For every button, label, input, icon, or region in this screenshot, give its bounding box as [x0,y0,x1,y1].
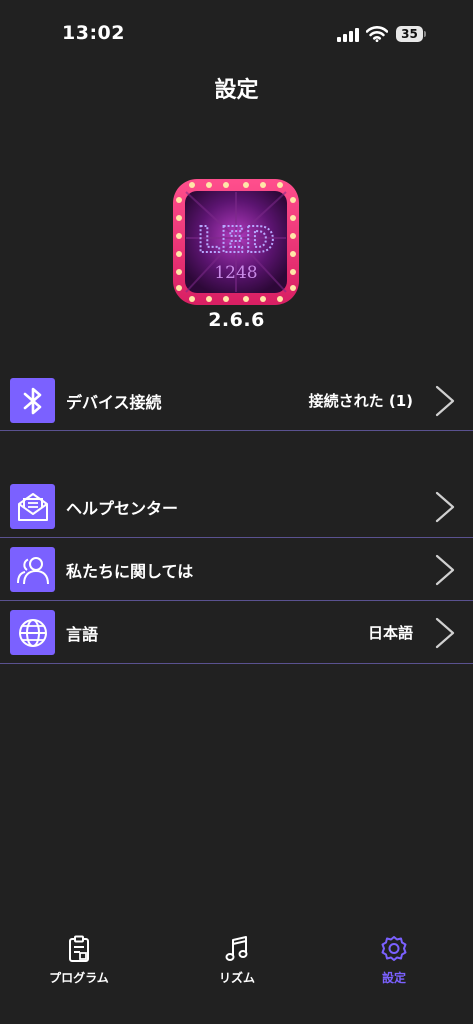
tab-rhythm[interactable]: リズム [187,930,287,1000]
status-bar: 13:02 35 [0,0,473,70]
app-logo: LED 1248 [173,179,299,305]
cellular-signal-icon [337,28,359,42]
device-connection-row[interactable]: デバイス接続 接続された (1) [0,372,473,430]
language-value: 日本語 [367,624,413,642]
divider [0,537,473,538]
wifi-icon [366,26,388,42]
page-title: 設定 [214,78,259,103]
chevron-right-icon [435,491,455,523]
divider [0,430,473,431]
svg-text:LED: LED [197,220,274,261]
app-version: 2.6.6 [208,309,265,331]
language-row[interactable]: 言語 日本語 [0,604,473,662]
help-center-label: ヘルプセンター [66,499,179,518]
bluetooth-icon [10,378,55,423]
connection-status: 接続された (1) [308,392,413,410]
tab-rhythm-label: リズム [218,971,255,985]
tab-program-label: プログラム [49,971,109,985]
chevron-right-icon [435,385,455,417]
tab-settings[interactable]: 設定 [344,930,444,1000]
gear-icon [381,936,407,961]
language-label: 言語 [66,625,99,644]
clipboard-icon [69,935,89,962]
chevron-right-icon [435,617,455,649]
status-time: 13:02 [62,22,125,44]
about-us-label: 私たちに関しては [66,562,194,581]
chevron-right-icon [435,554,455,586]
help-center-row[interactable]: ヘルプセンター [0,478,473,536]
device-connection-label: デバイス接続 [66,393,162,412]
users-icon [10,547,55,592]
tab-settings-label: 設定 [381,971,406,985]
divider [0,600,473,601]
mail-icon [10,484,55,529]
settings-screen: 13:02 35 設定 LED 1248 2.6.6 デバイス接続 接続された … [0,0,473,1024]
battery-icon: 35 [396,26,426,42]
about-us-row[interactable]: 私たちに関しては [0,541,473,599]
svg-text:1248: 1248 [214,263,257,283]
battery-level: 35 [396,26,423,42]
tab-program[interactable]: プログラム [29,930,129,1000]
divider [0,663,473,664]
globe-icon [10,610,55,655]
music-note-icon [225,936,248,961]
